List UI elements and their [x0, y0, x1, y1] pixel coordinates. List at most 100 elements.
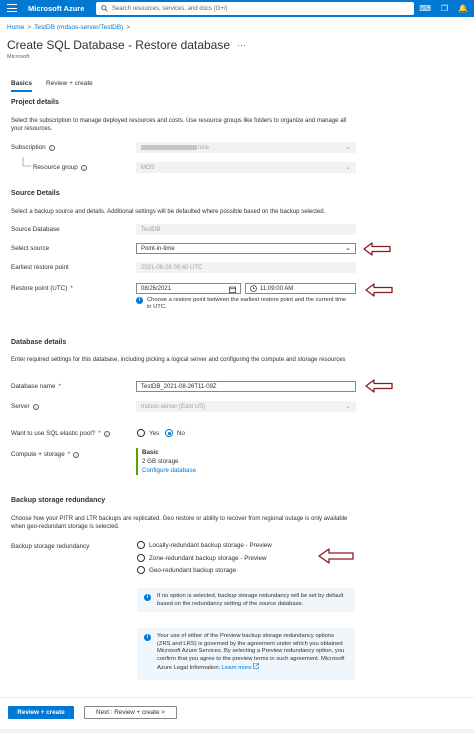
breadcrumb: Home > TestDB (mdsos-server/TestDB) >	[7, 24, 133, 31]
source-details-heading: Source Details	[11, 190, 60, 197]
breadcrumb-home[interactable]: Home	[7, 24, 24, 31]
resource-group-value: MOS	[141, 164, 155, 171]
cloud-shell-icon[interactable]: ⌨	[419, 3, 431, 14]
earliest-restore-label: Earliest restore point	[11, 264, 69, 271]
redacted-subscription	[141, 145, 197, 150]
redundancy-grs-radio[interactable]	[137, 566, 145, 574]
database-details-description: Enter required settings for this databas…	[11, 357, 346, 363]
select-source-label: Select source	[11, 245, 50, 252]
search-placeholder: Search resources, services, and docs (G+…	[112, 5, 228, 12]
info-icon[interactable]: i	[32, 403, 39, 410]
redundancy-option-zrs[interactable]: Zone-redundant backup storage - Preview	[137, 554, 267, 562]
source-database-label: Source Database	[11, 226, 60, 233]
annotation-arrow-icon	[365, 379, 393, 393]
database-name-label: Database name *	[11, 383, 61, 390]
info-icon[interactable]: i	[48, 144, 55, 151]
select-source-dropdown[interactable]: Point-in-time ⌄	[136, 243, 356, 254]
page-subtitle: Microsoft	[7, 54, 30, 60]
restore-point-label: Restore point (UTC) *	[11, 285, 73, 292]
server-value: mdsos-server (East US)	[141, 403, 206, 410]
preview-terms-info-text: Your use of either of the Preview backup…	[157, 633, 345, 671]
configure-database-link[interactable]: Configure database	[142, 466, 196, 475]
database-name-input[interactable]: TestDB_2021-08-26T11-09Z	[136, 381, 356, 392]
next-review-create-button[interactable]: Next : Review + create >	[84, 706, 177, 719]
source-details-description: Select a backup source and details. Addi…	[11, 209, 326, 215]
compute-summary: Basic 2 GB storage Configure database	[136, 448, 196, 475]
calendar-icon[interactable]	[229, 286, 236, 293]
info-filled-icon: i	[136, 297, 143, 304]
page-title: Create SQL Database - Restore database	[7, 38, 231, 52]
server-select[interactable]: mdsos-server (East US) ⌄	[136, 401, 356, 412]
info-filled-icon: i	[144, 594, 151, 601]
elastic-pool-yes-label: Yes	[149, 429, 160, 437]
annotation-arrow-icon	[318, 548, 354, 564]
more-options-icon[interactable]: ···	[237, 40, 246, 50]
redundancy-lrs-label: Locally-redundant backup storage - Previ…	[149, 541, 272, 549]
database-name-value: TestDB_2021-08-26T11-09Z	[141, 383, 217, 390]
redundancy-option-grs[interactable]: Geo-redundant backup storage	[137, 566, 236, 574]
notifications-icon[interactable]: 🔔	[458, 3, 468, 14]
annotation-arrow-icon	[365, 283, 393, 297]
restore-point-note-text: Choose a restore point between the earli…	[147, 297, 347, 310]
earliest-restore-value: 2021-08-26 08:40 UTC	[141, 264, 203, 271]
redundancy-label: Backup storage redundancy	[11, 543, 90, 550]
restore-time-value: 11:09:00 AM	[260, 285, 294, 292]
subscription-select[interactable]: nice ⌄	[136, 142, 356, 153]
tree-connector	[22, 157, 31, 167]
info-icon[interactable]: i	[73, 451, 80, 458]
restore-date-value: 08/26/2021	[141, 285, 172, 292]
chevron-down-icon: ⌄	[345, 245, 351, 252]
elastic-pool-yes-option[interactable]: Yes	[137, 429, 159, 437]
chevron-down-icon: ⌄	[345, 144, 351, 151]
project-details-heading: Project details	[11, 99, 59, 106]
subscription-label: Subscription i	[11, 144, 55, 151]
hamburger-menu-icon[interactable]	[7, 4, 17, 13]
preview-terms-info: i Your use of either of the Preview back…	[137, 628, 355, 680]
resource-group-select[interactable]: MOS ⌄	[136, 162, 356, 173]
elastic-pool-no-label: No	[177, 429, 186, 437]
clock-icon	[250, 285, 257, 292]
footer-bar: Review + create Next : Review + create >	[0, 697, 474, 733]
breadcrumb-separator: >	[126, 24, 131, 31]
info-icon[interactable]: i	[103, 430, 110, 437]
redundancy-description: Choose how your PITR and LTR backups are…	[11, 516, 348, 530]
elastic-pool-no-option[interactable]: No	[165, 429, 185, 437]
breadcrumb-separator: >	[27, 24, 32, 31]
project-details-description: Select the subscription to manage deploy…	[11, 118, 347, 132]
horizontal-scrollbar[interactable]	[0, 729, 474, 733]
compute-storage-label-text: Compute + storage	[11, 451, 65, 458]
required-marker: *	[70, 285, 73, 292]
database-details-heading: Database details	[11, 339, 67, 346]
restore-point-note: i Choose a restore point between the ear…	[136, 297, 351, 311]
required-marker: *	[67, 451, 71, 458]
chevron-down-icon: ⌄	[345, 164, 351, 171]
restore-date-input[interactable]: 08/26/2021	[136, 283, 241, 294]
tab-review-create[interactable]: Review + create	[46, 80, 93, 92]
search-icon	[101, 5, 108, 12]
compute-storage-size: 2 GB storage	[142, 458, 179, 465]
compute-tier: Basic	[142, 449, 159, 456]
server-label: Server i	[11, 403, 39, 410]
elastic-pool-label-text: Want to use SQL elastic pool?	[11, 430, 96, 437]
required-marker: *	[58, 383, 61, 390]
redundancy-default-info-text: If no option is selected, backup storage…	[157, 593, 344, 607]
global-search-input[interactable]: Search resources, services, and docs (G+…	[96, 2, 414, 15]
info-filled-icon: i	[144, 634, 151, 641]
info-icon[interactable]: i	[80, 164, 87, 171]
redundancy-zrs-radio[interactable]	[137, 554, 145, 562]
redundancy-heading: Backup storage redundancy	[11, 497, 106, 504]
restore-time-input[interactable]: 11:09:00 AM	[245, 283, 356, 294]
redundancy-lrs-radio[interactable]	[137, 541, 145, 549]
elastic-pool-no-radio[interactable]	[165, 429, 173, 437]
redundancy-option-lrs[interactable]: Locally-redundant backup storage - Previ…	[137, 541, 272, 549]
learn-more-link[interactable]: Learn more	[222, 665, 252, 671]
redundancy-zrs-label: Zone-redundant backup storage - Preview	[149, 554, 267, 562]
tab-list: Basics Review + create	[11, 80, 93, 92]
source-database-field: TestDB	[136, 224, 356, 235]
review-create-button[interactable]: Review + create	[8, 706, 74, 719]
elastic-pool-label: Want to use SQL elastic pool? * i	[11, 430, 110, 437]
elastic-pool-yes-radio[interactable]	[137, 429, 145, 437]
tab-basics[interactable]: Basics	[11, 80, 32, 92]
portal-settings-icon[interactable]: ❐	[441, 3, 448, 14]
breadcrumb-testdb[interactable]: TestDB (mdsos-server/TestDB)	[34, 24, 123, 31]
